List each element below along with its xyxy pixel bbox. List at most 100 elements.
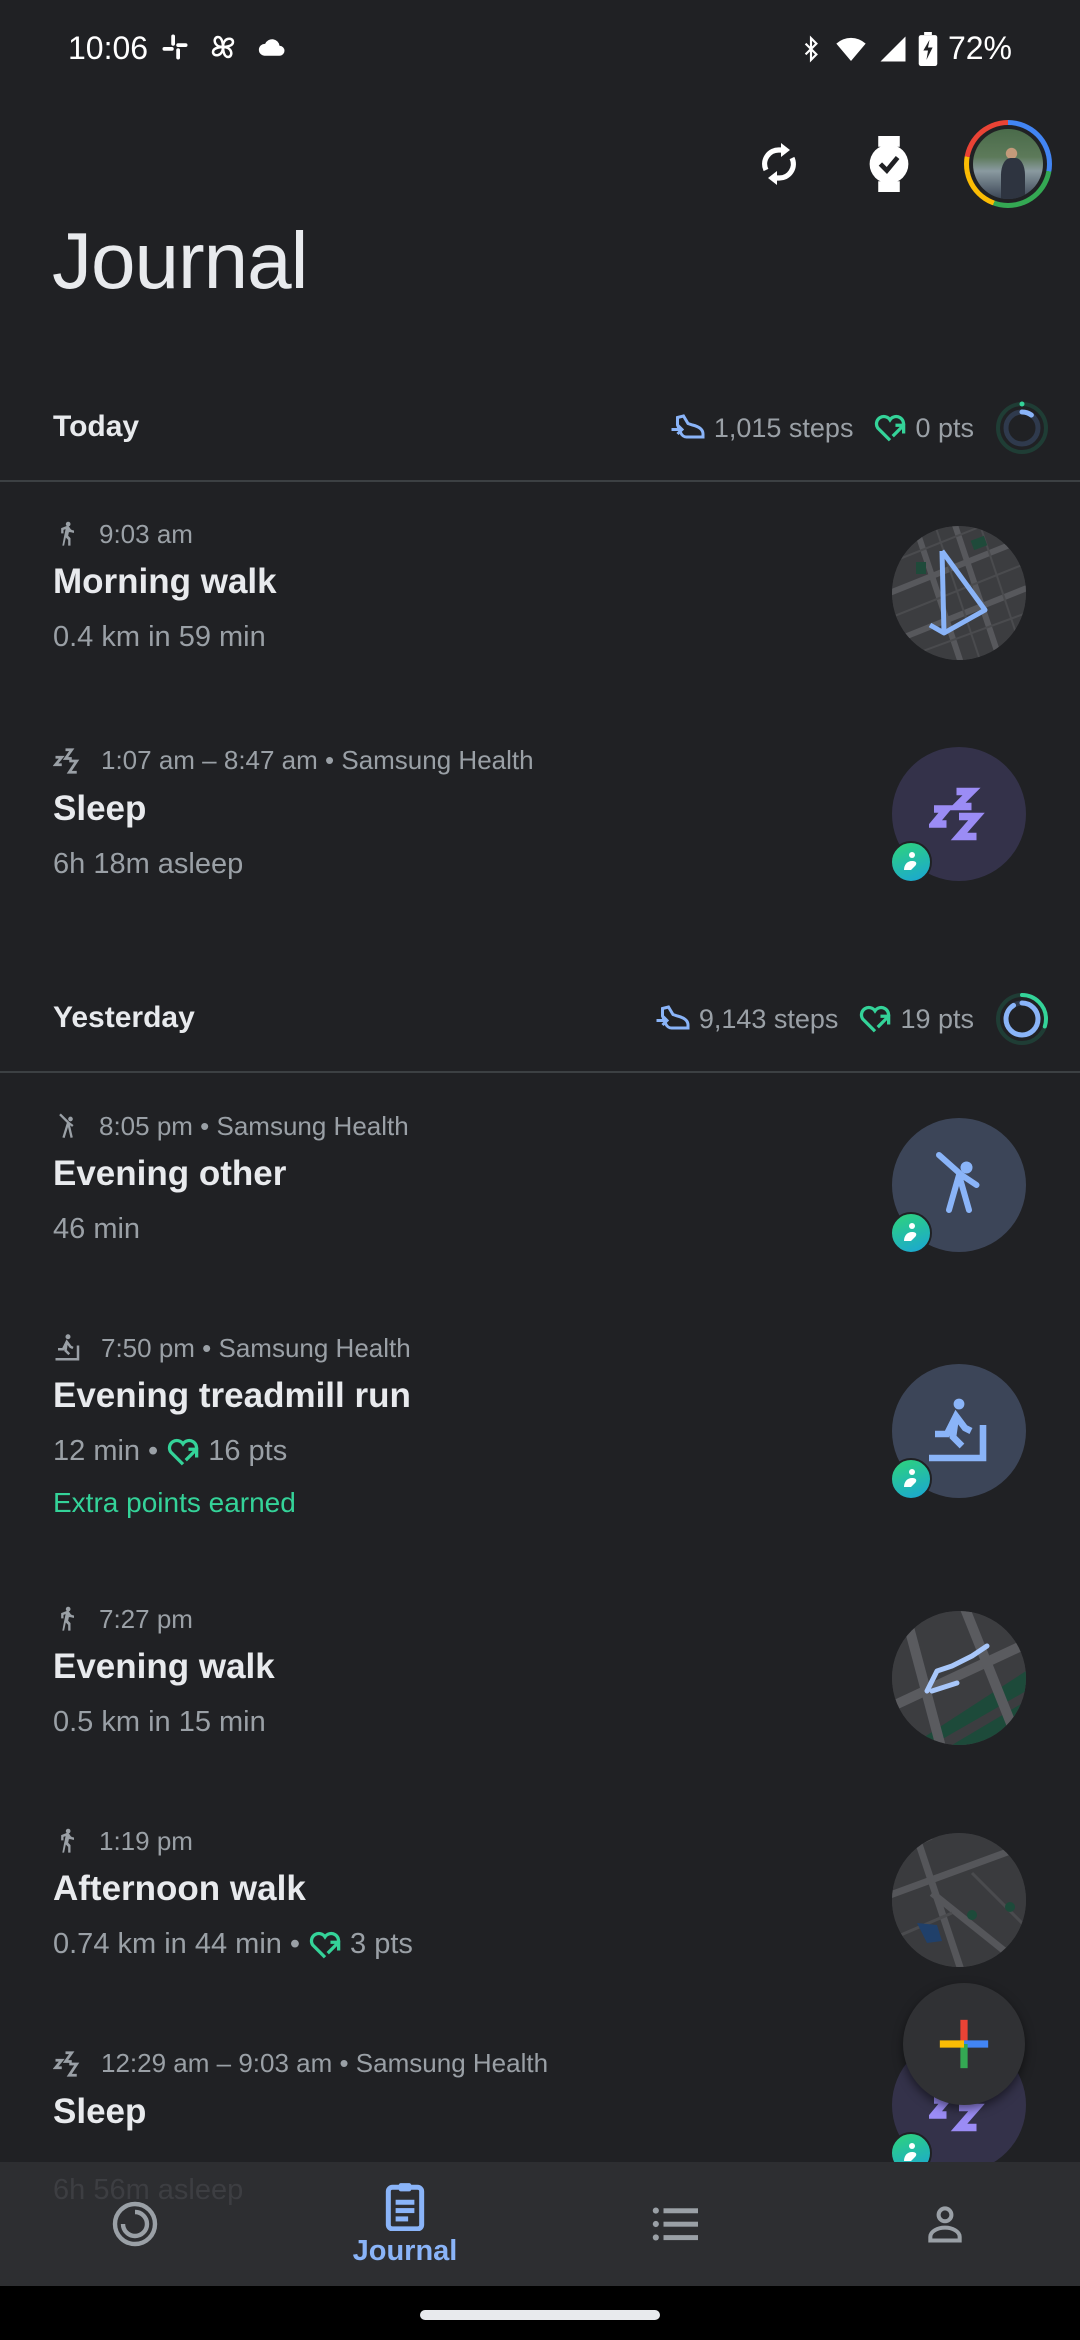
- steps-count: 1,015 steps: [713, 412, 854, 443]
- zzz-icon: [929, 787, 985, 841]
- add-entry-button[interactable]: [903, 1983, 1025, 2105]
- bluetooth-icon: [804, 35, 818, 62]
- nav-browse[interactable]: [540, 2162, 810, 2286]
- ring-icon: [112, 2201, 158, 2247]
- bottom-navigation: 6h 56m asleep Journal: [0, 2162, 1080, 2286]
- status-time: 10:06: [68, 30, 149, 66]
- samsung-health-icon: [904, 1223, 917, 1241]
- entry-summary: 6h 18m asleep: [53, 848, 244, 880]
- entry-title: Afternoon walk: [53, 1869, 306, 1908]
- heart-points: 19 pts: [900, 1003, 974, 1034]
- heart-points-icon: [875, 414, 906, 442]
- separator-dot: •: [148, 1435, 159, 1467]
- samsung-health-icon: [904, 852, 917, 870]
- entry-time: 9:03 am: [99, 518, 193, 549]
- watch-button[interactable]: [854, 129, 924, 199]
- journal-entry[interactable]: 8:05 pm • Samsung Health Evening other 4…: [0, 1110, 1080, 1290]
- profile-avatar[interactable]: [964, 120, 1052, 208]
- walk-icon: [61, 1606, 74, 1631]
- walk-icon: [61, 1828, 74, 1853]
- entry-time: 7:27 pm: [99, 1603, 193, 1634]
- home-gesture-handle[interactable]: [420, 2310, 660, 2320]
- treadmill-icon: [929, 1398, 987, 1462]
- entry-summary-obscured: 6h 56m asleep: [53, 2174, 244, 2206]
- day-header-today: Today 1,015 steps 0 pts: [0, 372, 1080, 482]
- page-title: Journal: [52, 216, 308, 305]
- steps-count: 9,143 steps: [698, 1003, 839, 1034]
- journal-entry[interactable]: 7:50 pm • Samsung Health Evening treadmi…: [0, 1332, 1080, 1552]
- steps-icon: [671, 414, 705, 439]
- activity-other-icon: [936, 1152, 980, 1213]
- entry-summary: 0.5 km in 15 min: [53, 1706, 266, 1738]
- list-icon: [652, 2207, 698, 2241]
- day-label: Today: [53, 410, 140, 443]
- points-ring-start-dot: [1019, 401, 1025, 407]
- steps-icon: [656, 1005, 690, 1030]
- steps-ring-progress: [1003, 1000, 1041, 1038]
- entry-time: 1:07 am – 8:47 am • Samsung Health: [101, 745, 534, 775]
- nav-profile[interactable]: [810, 2162, 1080, 2286]
- journal-entry[interactable]: 7:27 pm Evening walk 0.5 km in 15 min: [0, 1603, 1080, 1783]
- day-stats: 1,015 steps 0 pts: [670, 400, 1050, 456]
- samsung-health-icon: [904, 1469, 917, 1487]
- heart-points-icon: [309, 1931, 341, 1958]
- header-actions: [744, 120, 1052, 208]
- goal-ring-today[interactable]: [994, 400, 1050, 456]
- gesture-navigation-area: [0, 2286, 1080, 2340]
- entry-points: 16 pts: [208, 1435, 288, 1467]
- status-bar: 10:06 72%: [0, 0, 1080, 100]
- add-icon: [939, 2019, 989, 2069]
- sync-button[interactable]: [744, 129, 814, 199]
- nav-journal-label: Journal: [352, 2234, 458, 2267]
- route-map-thumbnail: [892, 526, 1026, 660]
- day-header-yesterday: Yesterday 9,143 steps 19 pts: [0, 963, 1080, 1073]
- extra-points-label: Extra points earned: [53, 1487, 296, 1518]
- entry-summary: 46 min: [53, 1213, 141, 1245]
- cloud-icon: [258, 39, 285, 56]
- pinwheel-icon: [211, 35, 235, 59]
- battery-charging-icon: [918, 31, 938, 66]
- wifi-icon: [836, 37, 866, 61]
- entry-points: 3 pts: [350, 1928, 413, 1960]
- samsung-health-badge: [890, 1212, 932, 1254]
- journal-entry[interactable]: 1:19 pm Afternoon walk 0.74 km in 44 min…: [0, 1825, 1080, 2005]
- entry-time: 12:29 am – 9:03 am • Samsung Health: [101, 2048, 549, 2078]
- walk-icon: [61, 521, 74, 546]
- route-map-thumbnail: [892, 1611, 1026, 1745]
- entry-summary: 0.4 km in 59 min: [53, 621, 266, 653]
- notification-icons: [160, 32, 288, 62]
- activity-other-icon: [59, 1113, 74, 1139]
- avatar-photo: [973, 129, 1043, 199]
- sleep-icon: [53, 747, 80, 774]
- watch-check-icon: [869, 136, 909, 192]
- map-thumbnail: [892, 1833, 1026, 1967]
- entry-title: Evening other: [53, 1154, 287, 1193]
- nav-journal[interactable]: Journal: [270, 2162, 540, 2286]
- entry-time: 8:05 pm • Samsung Health: [99, 1110, 409, 1141]
- entry-summary: 12 min • 16 pts: [53, 1435, 288, 1467]
- journal-entry[interactable]: 9:03 am Morning walk 0.4 km in 59 min: [0, 518, 1080, 698]
- person-icon: [928, 2206, 962, 2243]
- heart-points-icon: [860, 1005, 891, 1033]
- samsung-health-badge: [890, 1458, 932, 1500]
- system-icons: 72%: [798, 30, 1012, 67]
- separator-dot: •: [289, 1928, 301, 1960]
- samsung-health-badge: [890, 841, 932, 883]
- entry-title: Evening walk: [53, 1647, 275, 1686]
- sleep-icon: [53, 2050, 80, 2077]
- goal-ring-yesterday[interactable]: [994, 991, 1050, 1047]
- entry-title: Morning walk: [53, 562, 277, 601]
- entry-time: 7:50 pm • Samsung Health: [101, 1332, 411, 1363]
- entry-title: Sleep: [53, 2092, 147, 2131]
- slack-icon: [162, 34, 188, 60]
- journal-entry[interactable]: 1:07 am – 8:47 am • Samsung Health Sleep…: [0, 745, 1080, 925]
- signal-icon: [880, 36, 906, 61]
- heart-points-icon: [168, 1438, 199, 1465]
- day-label: Yesterday: [53, 1001, 195, 1034]
- treadmill-icon: [55, 1334, 80, 1361]
- entry-title: Sleep: [53, 789, 147, 828]
- sync-icon: [762, 143, 796, 185]
- entry-title: Evening treadmill run: [53, 1376, 411, 1415]
- battery-percent: 72%: [947, 30, 1012, 66]
- heart-points: 0 pts: [915, 412, 974, 443]
